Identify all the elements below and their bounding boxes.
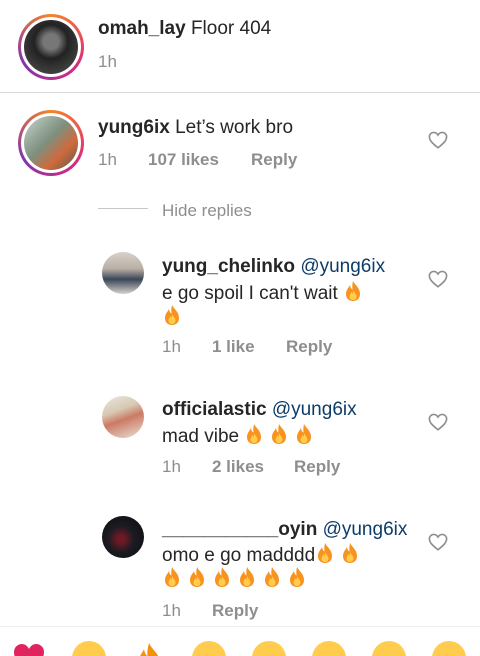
crying-laughing-face-icon[interactable] <box>252 641 286 656</box>
avatar-yung-chelinko[interactable] <box>102 252 144 294</box>
grinning-face-icon[interactable] <box>432 641 466 656</box>
fire-emoji-icon <box>290 567 304 587</box>
fire-emoji-icon <box>265 567 279 587</box>
reply-time: 1h <box>162 337 181 356</box>
reply-mention[interactable]: @yung6ix <box>300 256 385 277</box>
fire-emoji-icon <box>247 424 262 444</box>
reply-username[interactable]: ___________oyin <box>162 519 317 540</box>
reply-reply-button[interactable]: Reply <box>294 457 340 477</box>
reply-mention[interactable]: @yung6ix <box>323 519 408 540</box>
reply-text-line-2 <box>162 304 187 330</box>
hide-replies-button[interactable]: Hide replies <box>162 201 252 221</box>
reply-text-line: mad vibe <box>162 423 319 449</box>
comment-likes[interactable]: 107 likes <box>148 150 219 170</box>
reply-likes[interactable]: 1 like <box>212 337 255 357</box>
fire-emoji-icon <box>190 567 204 587</box>
comment-time: 1h <box>98 150 117 169</box>
emoji-reaction-bar <box>0 626 480 656</box>
reply-username[interactable]: officialastic <box>162 399 267 420</box>
fire-emoji-icon <box>297 424 312 444</box>
comment-line: yung6ix Let’s work bro <box>98 116 293 140</box>
reply-text-line: omo e go madddd <box>162 542 365 568</box>
avatar-officialastic[interactable] <box>102 396 144 438</box>
reply-time: 1h <box>162 457 181 476</box>
reply-text-line: e go spoil I can't wait <box>162 280 368 306</box>
fire-emoji-icon <box>240 567 254 587</box>
heart-outline-icon[interactable] <box>428 270 448 288</box>
caption-time: 1h <box>98 52 117 71</box>
heart-outline-icon[interactable] <box>428 413 448 431</box>
reply-text: e go spoil I can't wait <box>162 283 338 304</box>
heart-outline-icon[interactable] <box>428 533 448 551</box>
hide-replies-line <box>98 208 148 209</box>
fire-emoji-icon <box>165 305 179 325</box>
fire-emoji-icon <box>165 567 179 587</box>
reply-text: omo e go madddd <box>162 545 316 566</box>
fire-icon[interactable] <box>132 641 166 656</box>
avatar-yung6ix[interactable] <box>18 110 84 176</box>
reply-line: yung_chelinko @yung6ix <box>162 255 385 279</box>
fire-emoji-icon <box>318 543 333 563</box>
reply-line: ___________oyin @yung6ix <box>162 518 407 542</box>
raising-hands-icon[interactable] <box>72 641 106 656</box>
reply-mention[interactable]: @yung6ix <box>272 399 357 420</box>
avatar-omah-lay[interactable] <box>18 14 84 80</box>
reply-fire-group <box>343 281 368 304</box>
fire-emoji-icon <box>346 281 361 301</box>
reply-time: 1h <box>162 601 181 620</box>
fire-emoji-icon <box>272 424 287 444</box>
reply-reply-button[interactable]: Reply <box>212 601 258 621</box>
clapping-hands-icon[interactable] <box>192 641 226 656</box>
reply-reply-button[interactable]: Reply <box>286 337 332 357</box>
reply-likes[interactable]: 2 likes <box>212 457 264 477</box>
avatar-oyin[interactable] <box>102 516 144 558</box>
comment-text: Let’s work bro <box>175 117 294 138</box>
fire-emoji-icon <box>215 567 229 587</box>
reply-line: officialastic @yung6ix <box>162 398 357 422</box>
caption-username[interactable]: omah_lay <box>98 18 186 39</box>
reply-username[interactable]: yung_chelinko <box>162 256 295 277</box>
comment-username[interactable]: yung6ix <box>98 117 170 138</box>
reply-text-line-2 <box>162 566 312 592</box>
reply-text: mad vibe <box>162 426 240 447</box>
fire-emoji-icon <box>343 543 358 563</box>
heart-eyes-face-icon[interactable] <box>312 641 346 656</box>
caption-text: Floor 404 <box>190 18 272 39</box>
comment-reply-button[interactable]: Reply <box>251 150 297 170</box>
caption-divider <box>0 92 480 93</box>
astonished-face-icon[interactable] <box>372 641 406 656</box>
caption-line: omah_lay Floor 404 <box>98 17 271 41</box>
red-heart-icon[interactable] <box>12 641 46 656</box>
heart-outline-icon[interactable] <box>428 131 448 149</box>
